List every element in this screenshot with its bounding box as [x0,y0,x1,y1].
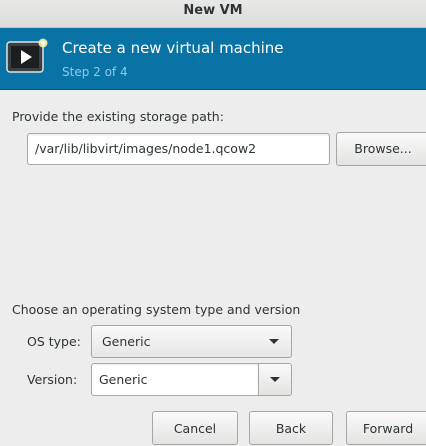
window-titlebar[interactable]: New VM [0,0,426,28]
os-type-value: Generic [102,334,151,349]
back-button-label: Back [275,421,307,436]
cancel-button-label: Cancel [173,421,217,436]
wizard-step: Step 2 of 4 [62,65,128,79]
storage-path-value: /var/lib/libvirt/images/node1.qcow2 [35,141,257,156]
window-title: New VM [183,3,243,18]
chevron-down-icon [270,377,280,382]
forward-button-label: Forward [362,421,414,436]
storage-path-input[interactable]: /var/lib/libvirt/images/node1.qcow2 [27,133,330,165]
os-version-input[interactable]: Generic [91,363,259,396]
os-version-dropdown-button[interactable] [258,363,292,396]
back-button[interactable]: Back [249,411,333,445]
browse-button[interactable]: Browse... [336,132,426,166]
chevron-down-icon [269,339,279,344]
vm-screen-icon [6,38,50,78]
os-section-label: Choose an operating system type and vers… [12,302,301,317]
forward-button[interactable]: Forward [346,411,426,445]
os-type-dropdown[interactable]: Generic [91,325,292,358]
os-version-value: Generic [99,372,148,387]
os-version-label: Version: [27,372,78,387]
cancel-button[interactable]: Cancel [152,411,238,445]
browse-button-label: Browse... [354,141,412,156]
wizard-banner: Create a new virtual machine Step 2 of 4 [0,28,426,90]
os-type-label: OS type: [27,334,81,349]
wizard-title: Create a new virtual machine [62,39,284,57]
storage-path-label: Provide the existing storage path: [12,109,224,124]
